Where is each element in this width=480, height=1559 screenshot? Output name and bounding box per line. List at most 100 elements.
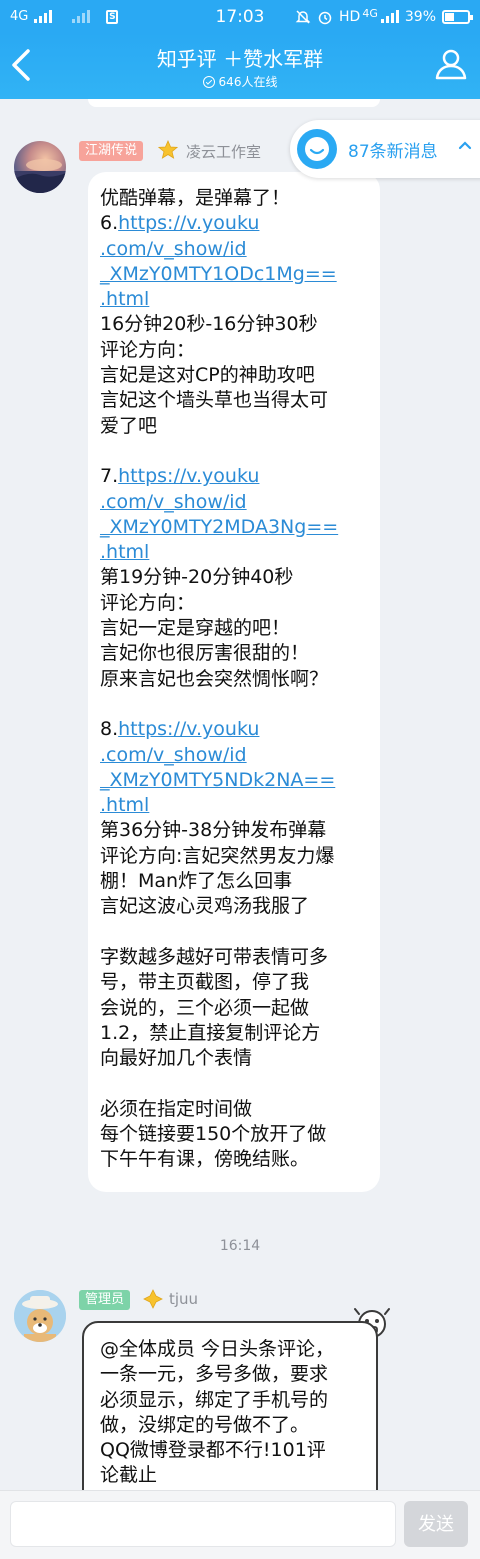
message-line: 爱了吧	[100, 414, 368, 439]
message-text: 言妃是这对CP的神助攻吧	[100, 364, 315, 387]
avatar[interactable]	[14, 141, 66, 193]
message-line: 一条一元，多号多做，要求	[100, 1363, 329, 1386]
video-link[interactable]: _XMzY0MTY2MDA3Ng==	[100, 516, 338, 538]
message-line: 言妃你也很厉害很甜的！	[100, 641, 368, 666]
member-role-tag: 管理员	[79, 1290, 131, 1310]
message-line: 棚！Man炸了怎么回事	[100, 869, 368, 894]
message-text: 原来言妃也会突然惆怅啊？	[100, 667, 329, 690]
message-line: .com/v_show/id	[100, 743, 368, 768]
video-link[interactable]: https://v.youku	[118, 718, 259, 740]
message-line: 下午午有课，傍晚结账。	[100, 1147, 368, 1172]
message-text: 第19分钟-20分钟40秒	[100, 566, 294, 589]
status-bar: 4G S 17:03 HD 4G 39%	[0, 0, 480, 33]
mute-icon	[295, 9, 311, 24]
message-bubble[interactable]: @全体成员 今日头条评论， 一条一元，多号多做，要求 必须显示，绑定了手机号的 做，没…	[82, 1321, 378, 1511]
message-line: 每个链接要150个放开了做	[100, 1122, 368, 1147]
message-text: 号，带主页截图，停了我	[100, 971, 310, 994]
network-type-right: 4G	[362, 7, 378, 20]
message-text: 第36分钟-38分钟发布弹幕	[100, 819, 327, 842]
message-line: 必须在指定时间做	[100, 1097, 368, 1122]
sim-card-icon: S	[106, 9, 119, 24]
video-link[interactable]: .com/v_show/id	[100, 491, 247, 513]
message-line: _XMzY0MTY5NDk2NA==	[100, 768, 368, 793]
message-timestamp: 16:14	[219, 1238, 261, 1254]
video-link[interactable]: https://v.youku	[118, 465, 259, 487]
member-role-tag: 江湖传说	[79, 141, 144, 161]
message-bubble[interactable]: 优酷弹幕，是弹幕了！ 6.https://v.youku .com/v_show/i…	[88, 172, 380, 1192]
battery-percent: 39%	[404, 8, 436, 25]
list-number: 7.	[100, 465, 119, 488]
sender-nickname[interactable]: tjuu	[169, 1290, 198, 1308]
message-line: 优酷弹幕，是弹幕了！	[100, 186, 368, 211]
star-badge-icon	[158, 140, 178, 159]
message-line: 号，带主页截图，停了我	[100, 970, 368, 995]
avatar-dog-image	[14, 1290, 66, 1342]
message-line: 6.https://v.youku	[100, 211, 368, 236]
message-text: 爱了吧	[100, 414, 158, 437]
message-line: _XMzY0MTY1ODc1Mg==	[100, 262, 368, 287]
message-line: 1.2，禁止直接复制评论方	[100, 1021, 368, 1046]
signal-icon-secondary	[72, 10, 91, 23]
video-link[interactable]: .html	[100, 541, 149, 563]
status-right: HD 4G 39%	[295, 7, 473, 25]
message-line: .com/v_show/id	[100, 490, 368, 515]
message-text: 评论方向:言妃突然男友力爆	[100, 844, 335, 867]
message-line: 言妃是这对CP的神助攻吧	[100, 363, 368, 388]
sender-nickname[interactable]: 凌云工作室	[186, 141, 261, 162]
message-line: 第36分钟-38分钟发布弹幕	[100, 818, 368, 843]
message-text: 评论方向：	[100, 338, 196, 361]
message-text: 每个链接要150个放开了做	[100, 1122, 327, 1145]
diamond-badge-icon	[143, 1289, 163, 1309]
message-line: 7.https://v.youku	[100, 464, 368, 489]
signal-icon	[34, 10, 53, 23]
message-line: _XMzY0MTY2MDA3Ng==	[100, 515, 368, 540]
chevron-up-icon	[458, 141, 472, 150]
message-line: 评论方向：	[100, 591, 368, 616]
message-line: 必须显示，绑定了手机号的	[100, 1388, 329, 1411]
message-line: 评论方向:言妃突然男友力爆	[100, 844, 368, 869]
message-text: 1.2，禁止直接复制评论方	[100, 1021, 321, 1044]
video-link[interactable]: .html	[100, 794, 149, 816]
message-text: 言妃这个墙头草也当得太可	[100, 389, 329, 412]
previous-message-bubble	[88, 99, 380, 107]
message-line: 论截止	[100, 1464, 158, 1487]
message-input[interactable]	[10, 1501, 396, 1547]
message-text: 16分钟20秒-16分钟30秒	[100, 313, 318, 336]
network-type-left: 4G	[10, 9, 29, 24]
message-line: 言妃一定是穿越的吧！	[100, 616, 368, 641]
video-link[interactable]: https://v.youku	[118, 212, 259, 234]
message-text: 优酷弹幕，是弹幕了！	[100, 187, 291, 209]
new-messages-button[interactable]: 87条新消息	[290, 120, 480, 178]
message-text: 言妃这波心灵鸡汤我服了	[100, 895, 310, 918]
new-message-emoji-icon	[297, 129, 337, 169]
send-button[interactable]: 发送	[404, 1501, 468, 1547]
video-link[interactable]: .html	[100, 288, 149, 310]
message-line: .html	[100, 287, 368, 312]
list-number: 8.	[100, 718, 119, 741]
hd-label: HD	[339, 8, 361, 25]
message-line: 8.https://v.youku	[100, 717, 368, 742]
message-line: 评论方向：	[100, 338, 368, 363]
video-link[interactable]: _XMzY0MTY5NDk2NA==	[100, 769, 335, 791]
input-bar: 发送	[0, 1490, 480, 1559]
message-text: 必须在指定时间做	[100, 1097, 253, 1120]
message-text: 向最好加几个表情	[100, 1047, 253, 1070]
avatar[interactable]	[14, 1290, 66, 1342]
video-link[interactable]: _XMzY0MTY1ODc1Mg==	[100, 263, 337, 285]
message-text: 下午午有课，傍晚结账。	[100, 1148, 310, 1171]
message-line: 言妃这个墙头草也当得太可	[100, 388, 368, 413]
message-line: @全体成员 今日头条评论，	[100, 1338, 335, 1360]
video-link[interactable]: .com/v_show/id	[100, 238, 247, 260]
message-line: .html	[100, 793, 368, 818]
message-line: 第19分钟-20分钟40秒	[100, 565, 368, 590]
message-line: 言妃这波心灵鸡汤我服了	[100, 894, 368, 919]
group-members-icon[interactable]	[434, 47, 468, 81]
battery-icon	[442, 9, 473, 24]
video-link[interactable]: .com/v_show/id	[100, 744, 247, 766]
online-check-icon	[202, 75, 215, 88]
message-text: 言妃一定是穿越的吧！	[100, 617, 291, 640]
